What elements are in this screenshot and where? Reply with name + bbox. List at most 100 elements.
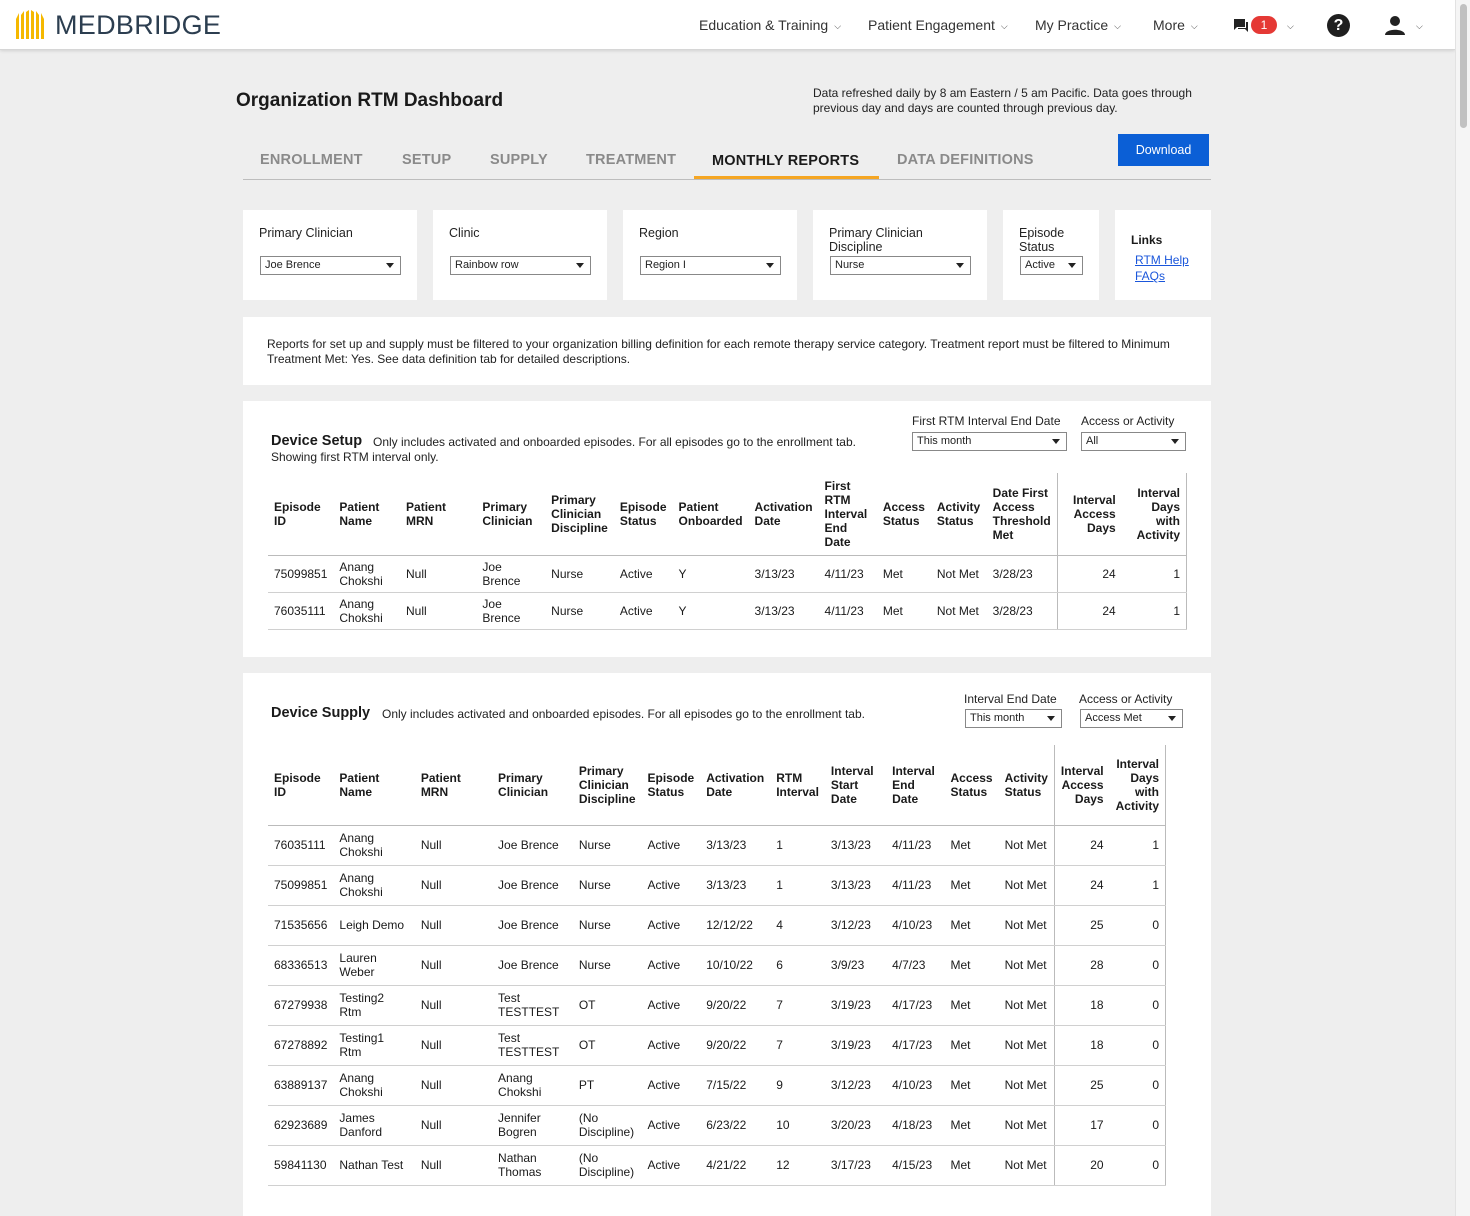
- activation-date: 9/20/22: [700, 1025, 771, 1066]
- filter-clinic: Clinic Rainbow row: [433, 210, 607, 300]
- column-header: Patient MRN: [400, 473, 477, 556]
- user-account-icon[interactable]: [1384, 14, 1406, 36]
- chevron-down-icon: ⌵: [834, 21, 842, 31]
- select-value: Region I: [645, 259, 686, 271]
- primary-clinician-select[interactable]: Joe Brence: [260, 256, 401, 275]
- access-status: Met: [944, 1105, 999, 1146]
- access-activity-label: Access or Activity: [1081, 414, 1175, 428]
- message-count-badge: 1: [1251, 16, 1277, 34]
- episode-id: 75099851: [268, 865, 334, 906]
- table-row[interactable]: 75099851 Anang Chokshi Null Joe Brence Nurse…: [268, 865, 1166, 906]
- column-header: Episode ID: [268, 745, 334, 826]
- nav-label: Education & Training: [699, 17, 829, 33]
- table-row[interactable]: 76035111 Anang Chokshi Null Joe Brence Nurse…: [268, 825, 1166, 866]
- faqs-link[interactable]: FAQs: [1135, 269, 1165, 283]
- select-value: Access Met: [1085, 712, 1142, 724]
- select-value: Active: [1025, 259, 1055, 271]
- column-header: Episode Status: [613, 473, 673, 556]
- table-row[interactable]: 59841130 Nathan Test Null Nathan Thomas (No …: [268, 1145, 1166, 1186]
- episode-id: 63889137: [268, 1065, 334, 1106]
- table-row[interactable]: 71535656 Leigh Demo Null Joe Brence Nurse Act…: [268, 905, 1166, 946]
- interval-access-days: 20: [1053, 1145, 1110, 1186]
- access-activity-select[interactable]: Access Met: [1080, 709, 1183, 728]
- primary-clinician: Joe Brence: [492, 945, 573, 986]
- select-value: This month: [970, 712, 1025, 724]
- account-dropdown[interactable]: ⌵: [1410, 17, 1423, 33]
- days-with-activity: 1: [1121, 555, 1187, 593]
- nav-my-practice[interactable]: My Practice ⌵: [1035, 17, 1121, 33]
- primary-clinician: Joe Brence: [492, 905, 573, 946]
- first-access-date: 3/28/23: [986, 592, 1058, 630]
- access-activity-label: Access or Activity: [1079, 692, 1173, 706]
- column-header: Interval Days with Activity: [1121, 473, 1187, 556]
- episode-status: Active: [641, 905, 701, 946]
- access-activity-select[interactable]: All: [1081, 432, 1186, 451]
- discipline-select[interactable]: Nurse: [830, 256, 971, 275]
- help-icon[interactable]: ?: [1327, 14, 1350, 37]
- tab-monthly-reports[interactable]: MONTHLY REPORTS: [712, 153, 859, 169]
- patient-onboarded: Y: [672, 592, 749, 630]
- tab-treatment[interactable]: TREATMENT: [586, 152, 676, 168]
- device-setup-card: Device Setup Only includes activated and…: [243, 401, 1211, 657]
- table-row[interactable]: 75099851 Anang Chokshi Null Joe Brence N…: [268, 555, 1187, 593]
- rtm-interval: 7: [770, 1025, 825, 1066]
- chat-icon[interactable]: [1233, 17, 1249, 33]
- patient-mrn: Null: [414, 1025, 493, 1066]
- primary-clinician: Nathan Thomas: [492, 1145, 573, 1186]
- clinician-discipline: (No Discipline): [572, 1105, 642, 1146]
- page-scrollbar[interactable]: [1455, 0, 1470, 1216]
- messages-dropdown[interactable]: ⌵: [1281, 17, 1294, 33]
- activity-status: Not Met: [998, 1065, 1055, 1106]
- table-row[interactable]: 63889137 Anang Chokshi Null Anang Chokshi PT…: [268, 1065, 1166, 1106]
- table-row[interactable]: 76035111 Anang Chokshi Null Joe Brence N…: [268, 592, 1187, 630]
- clinic-select[interactable]: Rainbow row: [450, 256, 591, 275]
- episode-status-select[interactable]: Active: [1020, 256, 1083, 275]
- activity-status: Not Met: [930, 555, 987, 593]
- scrollbar-thumb[interactable]: [1460, 4, 1467, 128]
- primary-clinician: Joe Brence: [476, 592, 546, 630]
- region-select[interactable]: Region I: [640, 256, 781, 275]
- tab-enrollment[interactable]: ENROLLMENT: [260, 152, 363, 168]
- medbridge-logo[interactable]: MEDBRIDGE: [14, 9, 221, 41]
- days-with-activity: 0: [1109, 1105, 1166, 1146]
- nav-patient-engagement[interactable]: Patient Engagement ⌵: [868, 17, 1008, 33]
- interval-start-date: 3/19/23: [824, 985, 887, 1026]
- column-header: Patient Name: [333, 473, 401, 556]
- nav-education-training[interactable]: Education & Training ⌵: [699, 17, 841, 33]
- table-row[interactable]: 62923689 James Danford Null Jennifer Bogren…: [268, 1105, 1166, 1146]
- tab-setup[interactable]: SETUP: [402, 152, 451, 168]
- days-with-activity: 0: [1109, 905, 1166, 946]
- links-card: Links RTM Help FAQs: [1115, 210, 1211, 300]
- days-with-activity: 0: [1109, 945, 1166, 986]
- interval-start-date: 3/19/23: [824, 1025, 887, 1066]
- activation-date: 3/13/23: [748, 592, 819, 630]
- episode-id: 76035111: [268, 825, 334, 866]
- links-title: Links: [1131, 233, 1163, 247]
- device-setup-note: Showing first RTM interval only.: [271, 450, 439, 464]
- patient-name: Anang Chokshi: [333, 1065, 415, 1106]
- table-row[interactable]: 68336513 Lauren Weber Null Joe Brence Nurse A…: [268, 945, 1166, 986]
- episode-status: Active: [613, 592, 673, 630]
- tab-supply[interactable]: SUPPLY: [490, 152, 548, 168]
- interval-end-date: 4/11/23: [818, 555, 877, 593]
- nav-more[interactable]: More ⌵: [1153, 17, 1198, 33]
- nav-label: More: [1153, 17, 1185, 33]
- clinician-discipline: Nurse: [572, 825, 642, 866]
- interval-end-date-select[interactable]: This month: [965, 709, 1062, 728]
- download-button[interactable]: Download: [1118, 134, 1209, 166]
- filter-label: Episode Status: [1019, 226, 1065, 254]
- interval-end-date-select[interactable]: This month: [912, 432, 1067, 451]
- column-header: Episode ID: [268, 473, 334, 556]
- interval-access-days: 24: [1053, 825, 1110, 866]
- days-with-activity: 1: [1121, 592, 1187, 630]
- rtm-help-link[interactable]: RTM Help: [1135, 253, 1189, 267]
- patient-name: Testing1 Rtm: [333, 1025, 415, 1066]
- column-header: Interval Start Date: [824, 745, 887, 826]
- clinician-discipline: PT: [572, 1065, 642, 1106]
- table-row[interactable]: 67278892 Testing1 Rtm Null Test TESTTEST OT A…: [268, 1025, 1166, 1066]
- table-header-row: Episode ID Patient Name Patient MRN Prim…: [268, 473, 1187, 556]
- table-row[interactable]: 67279938 Testing2 Rtm Null Test TESTTEST OT A…: [268, 985, 1166, 1026]
- primary-clinician: Test TESTTEST: [492, 985, 573, 1026]
- tab-data-definitions[interactable]: DATA DEFINITIONS: [897, 152, 1034, 168]
- interval-access-days: 28: [1053, 945, 1110, 986]
